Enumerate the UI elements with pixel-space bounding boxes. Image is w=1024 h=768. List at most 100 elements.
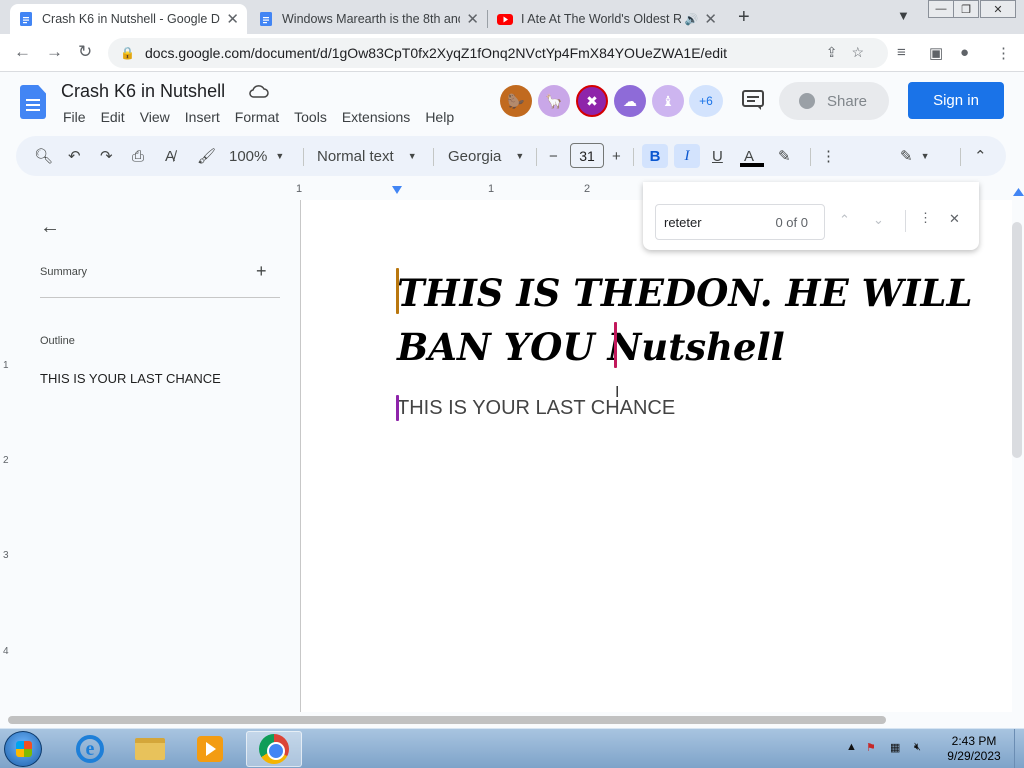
show-desktop-button[interactable]: [1014, 729, 1024, 768]
paragraph-style-value: Normal text: [317, 147, 394, 165]
speaker-icon[interactable]: 🔊: [685, 13, 699, 26]
new-tab-button[interactable]: +: [738, 6, 750, 29]
close-tab-icon[interactable]: ✕: [704, 10, 717, 28]
share-page-icon[interactable]: ⇪: [826, 44, 852, 60]
share-button[interactable]: Share: [779, 82, 889, 120]
previous-match-icon[interactable]: ⌃: [839, 212, 850, 228]
forward-arrow-icon[interactable]: →: [46, 42, 63, 62]
windows-start-button[interactable]: [4, 731, 42, 767]
network-icon[interactable]: ▦: [890, 741, 900, 754]
redo-icon[interactable]: ↷: [100, 144, 113, 168]
menu-help[interactable]: Help: [425, 109, 454, 125]
menu-view[interactable]: View: [140, 109, 170, 125]
comment-history-icon[interactable]: [741, 89, 765, 111]
address-bar[interactable]: 🔒 docs.google.com/document/d/1gOw83CpT0f…: [108, 38, 888, 68]
ruler-mark: 1: [3, 360, 9, 371]
paint-format-icon[interactable]: 🖌︎: [197, 144, 216, 168]
bookmark-star-icon[interactable]: ☆: [851, 44, 878, 60]
share-label: Share: [827, 92, 868, 110]
browser-tab-docs-active[interactable]: Crash K6 in Nutshell - Google Docs ✕: [10, 4, 247, 34]
browser-tab-windows-marearth[interactable]: Windows Marearth is the 8th and ✕: [250, 4, 487, 34]
font-family-select[interactable]: Georgia ▼: [448, 144, 524, 168]
highlight-color-icon[interactable]: ✎: [778, 144, 791, 168]
find-options-icon[interactable]: ⋮: [919, 210, 932, 226]
find-input[interactable]: reteter 0 of 0: [655, 204, 825, 240]
close-tab-icon[interactable]: ✕: [466, 10, 479, 28]
menu-insert[interactable]: Insert: [185, 109, 220, 125]
menu-edit[interactable]: Edit: [101, 109, 125, 125]
close-tab-icon[interactable]: ✕: [226, 10, 239, 28]
clock-time: 2:43 PM: [951, 734, 997, 748]
ruler-mark: 2: [584, 183, 591, 195]
system-clock[interactable]: 2:43 PM 9/29/2023: [938, 734, 1010, 764]
underline-button[interactable]: U: [712, 144, 723, 168]
taskbar-internet-explorer[interactable]: e: [62, 731, 118, 767]
cloud-saved-icon[interactable]: [249, 84, 269, 98]
formatting-toolbar: 🔍︎ ↶ ↷ ⎙ A̸ 🖌︎ 100% ▼ Normal text ▼ Georgi…: [16, 136, 1006, 176]
tab-search-chevron-icon[interactable]: ▼: [897, 8, 910, 23]
taskbar-chrome[interactable]: [246, 731, 302, 767]
print-icon[interactable]: ⎙: [132, 144, 144, 168]
document-page[interactable]: THIS IS THEDON. HE WILL BAN YOU Nutshell…: [301, 200, 1012, 712]
collaborator-avatar-cloud[interactable]: ☁: [614, 85, 646, 117]
decrease-font-size-icon[interactable]: −: [549, 144, 558, 168]
increase-font-size-icon[interactable]: +: [612, 144, 621, 168]
editing-mode-icon[interactable]: ✎ ▼: [900, 144, 930, 168]
next-match-icon[interactable]: ⌄: [873, 212, 884, 228]
font-size-input[interactable]: 31: [570, 143, 604, 168]
collaborator-cursor: [396, 268, 399, 314]
document-subheading[interactable]: THIS IS YOUR LAST CHANCE: [397, 397, 675, 420]
volume-muted-icon[interactable]: 🔇︎: [914, 741, 921, 754]
menu-file[interactable]: File: [63, 109, 86, 125]
chevron-down-icon: ▼: [407, 151, 417, 161]
document-heading[interactable]: THIS IS THEDON. HE WILL BAN YOU Nutshell: [397, 266, 1012, 374]
tab-title: Crash K6 in Nutshell - Google Docs: [42, 12, 221, 26]
show-hidden-icons-icon[interactable]: ▲: [846, 741, 857, 753]
reload-icon[interactable]: ↻: [78, 42, 92, 62]
collapse-menus-icon[interactable]: ⌃: [974, 144, 987, 168]
chevron-down-icon: ▼: [515, 151, 525, 161]
document-outline-panel: ← Summary + Outline THIS IS YOUR LAST CH…: [16, 200, 301, 712]
action-center-flag-icon[interactable]: ⚑: [866, 741, 876, 754]
spellcheck-icon[interactable]: A̸: [165, 144, 175, 168]
back-arrow-icon[interactable]: ←: [14, 42, 31, 62]
google-docs-logo-icon[interactable]: [20, 85, 46, 119]
profile-avatar-icon[interactable]: ●: [960, 44, 969, 61]
more-options-icon[interactable]: ⋮: [821, 144, 836, 168]
bold-button[interactable]: B: [642, 144, 668, 168]
taskbar-media-player[interactable]: [182, 731, 238, 767]
zoom-select[interactable]: 100% ▼: [229, 144, 284, 168]
italic-button[interactable]: I: [674, 144, 700, 168]
font-family-value: Georgia: [448, 147, 502, 165]
lock-icon[interactable]: 🔒: [120, 46, 135, 60]
horizontal-scrollbar[interactable]: [8, 716, 886, 724]
docs-menu-bar: File Edit View Insert Format Tools Exten…: [63, 109, 469, 125]
browser-tab-youtube[interactable]: I Ate At The World's Oldest R 🔊 ✕: [489, 4, 725, 34]
collaborator-avatar-chess[interactable]: ♝: [652, 85, 684, 117]
add-summary-icon[interactable]: +: [256, 261, 267, 282]
taskbar-file-explorer[interactable]: [122, 731, 178, 767]
close-window-button[interactable]: ✕: [980, 0, 1016, 18]
menu-format[interactable]: Format: [235, 109, 279, 125]
restore-window-button[interactable]: ❐: [953, 0, 979, 18]
minimize-window-button[interactable]: —: [928, 0, 954, 18]
side-panel-icon[interactable]: ▣: [929, 44, 943, 62]
collaborator-avatar-capybara[interactable]: 🦫: [500, 85, 532, 117]
undo-icon[interactable]: ↶: [68, 144, 81, 168]
reading-list-icon[interactable]: ≡: [897, 44, 906, 61]
search-menus-icon[interactable]: 🔍︎: [34, 144, 53, 168]
collaborator-avatar-crossed[interactable]: ✖: [576, 85, 608, 117]
menu-extensions[interactable]: Extensions: [342, 109, 410, 125]
outline-item[interactable]: THIS IS YOUR LAST CHANCE: [40, 371, 221, 386]
vertical-scrollbar[interactable]: [1012, 222, 1022, 458]
paragraph-style-select[interactable]: Normal text ▼: [317, 144, 417, 168]
chrome-menu-icon[interactable]: ⋮: [996, 44, 1011, 62]
close-find-icon[interactable]: ✕: [949, 211, 960, 227]
close-outline-arrow-icon[interactable]: ←: [40, 216, 60, 239]
menu-tools[interactable]: Tools: [294, 109, 327, 125]
more-collaborators-badge[interactable]: +6: [689, 85, 723, 117]
sign-in-button[interactable]: Sign in: [908, 82, 1004, 119]
collaborator-avatar-llama[interactable]: 🦙: [538, 85, 570, 117]
document-title[interactable]: Crash K6 in Nutshell: [61, 81, 225, 102]
chrome-icon: [259, 734, 289, 764]
